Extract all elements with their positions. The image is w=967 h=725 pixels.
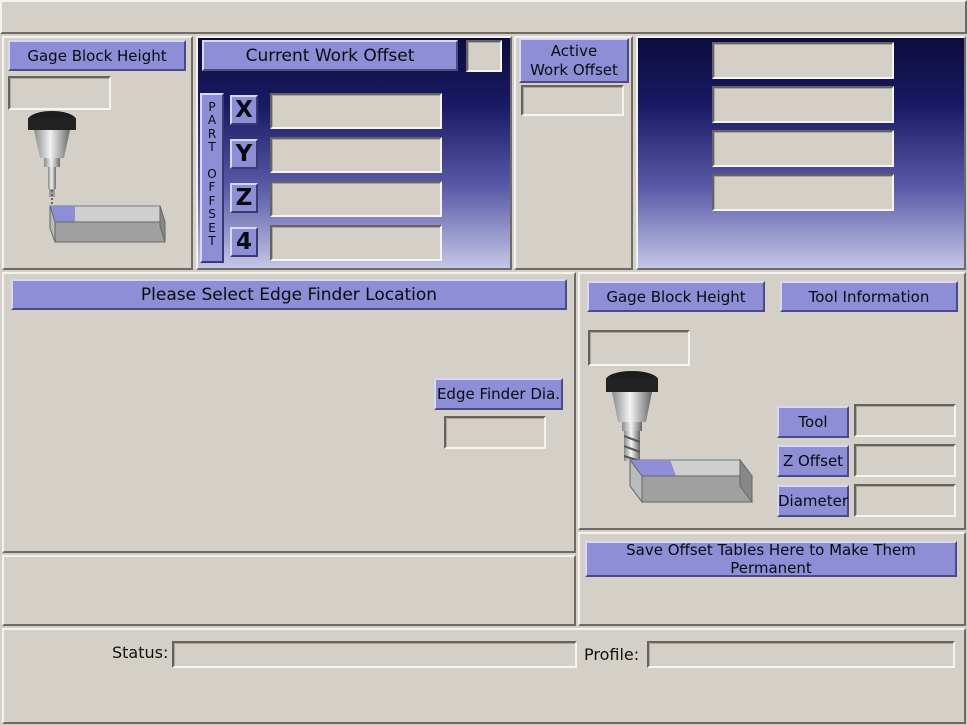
active-label-line1: Active <box>550 41 598 60</box>
z-offset-label: Z Offset <box>777 445 849 477</box>
value-field-4[interactable] <box>712 174 894 211</box>
x-offset-input[interactable] <box>270 93 442 129</box>
value-field-2[interactable] <box>712 86 894 123</box>
z-axis-label: Z <box>230 183 258 213</box>
message-panel <box>2 555 576 626</box>
tool-number-input[interactable] <box>854 404 956 437</box>
edge-finder-probe-illustration <box>28 111 166 243</box>
save-offset-tables-button[interactable]: Save Offset Tables Here to Make Them Per… <box>585 541 957 577</box>
profile-field <box>647 641 955 668</box>
current-work-offset-label: Current Work Offset <box>202 40 458 71</box>
tool-label: Tool <box>777 406 849 438</box>
tool-information-label: Tool Information <box>780 281 958 312</box>
gage-block-height-input[interactable] <box>8 76 111 110</box>
active-work-offset-input[interactable] <box>521 85 624 116</box>
profile-label: Profile: <box>584 645 640 664</box>
x-axis-label: X <box>230 95 258 125</box>
value-field-3[interactable] <box>712 130 894 167</box>
edge-finder-dia-label: Edge Finder Dia. <box>434 378 563 410</box>
top-banner <box>0 0 967 34</box>
tool-gage-block-height-label: Gage Block Height <box>587 281 765 312</box>
edge-finder-location-panel <box>2 272 576 553</box>
tool-z-offset-input[interactable] <box>854 444 956 477</box>
part-offset-vertical-label: P A R T O F F S E T <box>200 93 224 263</box>
fourth-axis-offset-input[interactable] <box>270 225 442 261</box>
status-label: Status: <box>112 643 169 662</box>
tool-diameter-input[interactable] <box>854 484 956 517</box>
diameter-label: Diameter <box>777 485 849 517</box>
active-label-line2: Work Offset <box>530 60 618 79</box>
work-offset-number-input[interactable] <box>466 40 502 72</box>
tool-gage-block-height-input[interactable] <box>588 330 690 366</box>
fourth-axis-label: 4 <box>230 227 258 257</box>
edge-finder-location-title: Please Select Edge Finder Location <box>11 279 567 310</box>
end-mill-illustration <box>606 371 753 504</box>
value-field-1[interactable] <box>712 42 894 79</box>
edge-finder-dia-input[interactable] <box>444 416 546 449</box>
y-offset-input[interactable] <box>270 137 442 173</box>
gage-block-height-label: Gage Block Height <box>8 40 186 71</box>
z-offset-input[interactable] <box>270 181 442 217</box>
active-work-offset-label: Active Work Offset <box>519 38 629 83</box>
status-field <box>172 641 577 668</box>
y-axis-label: Y <box>230 139 258 169</box>
